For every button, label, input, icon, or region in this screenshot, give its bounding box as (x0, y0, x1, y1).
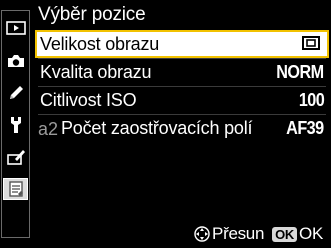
menu-item-image-quality[interactable]: Kvalita obrazu NORM (36, 59, 328, 85)
ok-label: OK (299, 224, 323, 243)
menu-item-value: 100 (298, 90, 325, 110)
menu-item-focus-points[interactable]: a2 Počet zaostřovacích polí AF39 (36, 115, 328, 141)
menu-item-code: a2 (38, 119, 59, 139)
wrench-icon (10, 117, 21, 133)
multi-selector-icon (194, 226, 210, 242)
menu-tab-strip (1, 10, 30, 238)
my-menu-icon (8, 181, 23, 197)
footer-hint: Přesun OK OK (194, 223, 323, 245)
menu-item-iso-sensitivity[interactable]: Citlivost ISO 100 (36, 87, 328, 113)
tab-setup[interactable] (4, 115, 27, 135)
menu-item-value: NORM (276, 62, 325, 82)
tab-my-menu[interactable] (3, 178, 28, 200)
page-title: Výběr pozice (38, 4, 146, 25)
playback-icon (5, 21, 26, 35)
camera-icon (7, 55, 24, 67)
image-size-icon (302, 36, 320, 50)
menu-item-value: AF39 (286, 118, 325, 138)
tab-playback[interactable] (4, 18, 27, 38)
tab-shooting[interactable] (4, 51, 27, 71)
pencil-icon (9, 86, 23, 99)
menu-item-label: Počet zaostřovacích polí (61, 118, 253, 138)
menu-item-label: Velikost obrazu (40, 34, 160, 54)
tab-custom-settings[interactable] (4, 83, 27, 103)
tab-retouch[interactable] (4, 147, 27, 167)
menu-item-label: Kvalita obrazu (40, 62, 152, 82)
retouch-icon (6, 150, 25, 165)
menu-item-image-size[interactable]: Velikost obrazu (35, 30, 329, 58)
ok-button-badge: OK (272, 226, 298, 242)
move-label: Přesun (212, 224, 265, 243)
menu-item-label: Citlivost ISO (40, 90, 137, 110)
